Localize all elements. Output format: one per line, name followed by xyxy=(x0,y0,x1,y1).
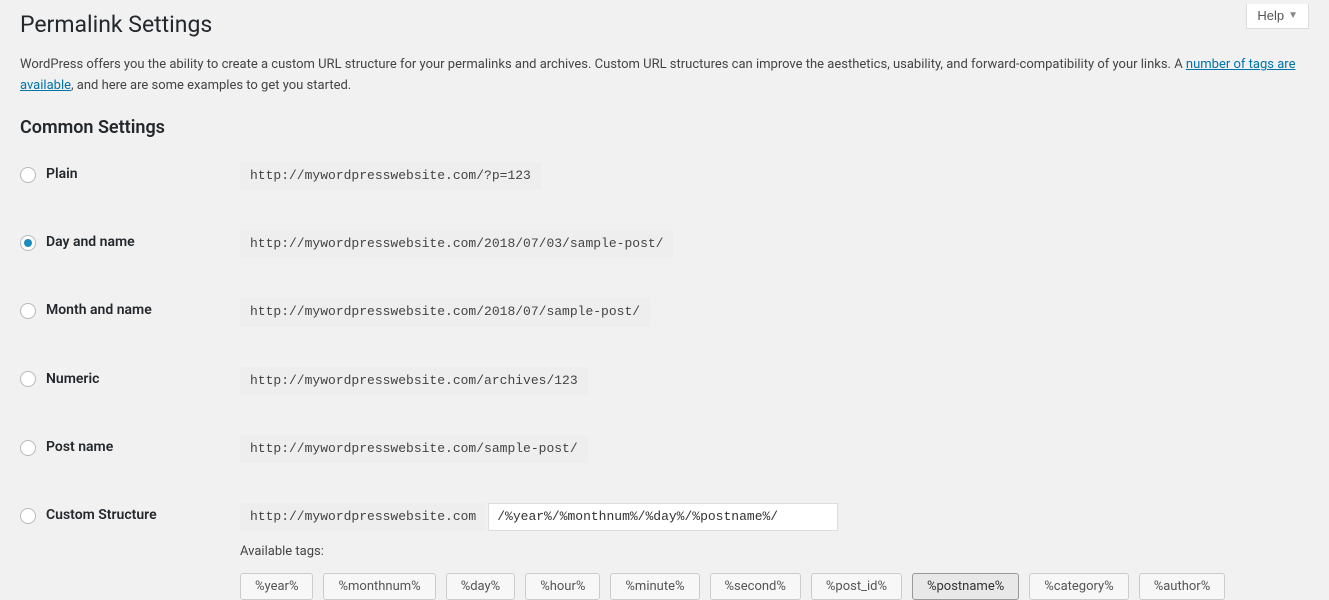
help-button[interactable]: Help ▼ xyxy=(1246,4,1309,29)
tag-minute[interactable]: %minute% xyxy=(610,573,699,600)
tag-day[interactable]: %day% xyxy=(446,573,516,600)
example-month-name: http://mywordpresswebsite.com/2018/07/sa… xyxy=(240,298,650,326)
chevron-down-icon: ▼ xyxy=(1288,10,1298,21)
page-title: Permalink Settings xyxy=(20,0,1309,45)
tag-year[interactable]: %year% xyxy=(240,573,313,600)
option-day-name: Day and name http://mywordpresswebsite.c… xyxy=(20,230,1309,258)
example-post-name: http://mywordpresswebsite.com/sample-pos… xyxy=(240,435,588,463)
radio-day-name[interactable] xyxy=(20,235,36,251)
intro-text: WordPress offers you the ability to crea… xyxy=(20,55,1309,97)
custom-structure-input[interactable] xyxy=(488,503,838,531)
radio-custom[interactable] xyxy=(20,508,36,524)
radio-numeric[interactable] xyxy=(20,371,36,387)
label-plain[interactable]: Plain xyxy=(46,165,78,185)
tag-hour[interactable]: %hour% xyxy=(525,573,600,600)
tag-author[interactable]: %author% xyxy=(1139,573,1226,600)
example-plain: http://mywordpresswebsite.com/?p=123 xyxy=(240,162,541,190)
tag-postname[interactable]: %postname% xyxy=(912,573,1019,600)
option-plain: Plain http://mywordpresswebsite.com/?p=1… xyxy=(20,162,1309,190)
radio-month-name[interactable] xyxy=(20,303,36,319)
intro-prefix: WordPress offers you the ability to crea… xyxy=(20,57,1186,72)
option-numeric: Numeric http://mywordpresswebsite.com/ar… xyxy=(20,367,1309,395)
option-month-name: Month and name http://mywordpresswebsite… xyxy=(20,298,1309,326)
tag-post-id[interactable]: %post_id% xyxy=(811,573,902,600)
radio-plain[interactable] xyxy=(20,167,36,183)
permalink-options: Plain http://mywordpresswebsite.com/?p=1… xyxy=(20,162,1309,600)
help-label: Help xyxy=(1257,8,1284,23)
tag-monthnum[interactable]: %monthnum% xyxy=(323,573,435,600)
example-day-name: http://mywordpresswebsite.com/2018/07/03… xyxy=(240,230,673,258)
label-custom[interactable]: Custom Structure xyxy=(46,506,157,526)
option-custom: Custom Structure http://mywordpresswebsi… xyxy=(20,503,1309,600)
label-month-name[interactable]: Month and name xyxy=(46,301,152,321)
available-tags-label: Available tags: xyxy=(240,543,1309,561)
common-settings-heading: Common Settings xyxy=(20,115,1309,140)
tag-category[interactable]: %category% xyxy=(1029,573,1128,600)
custom-prefix: http://mywordpresswebsite.com xyxy=(240,503,486,531)
radio-post-name[interactable] xyxy=(20,440,36,456)
label-numeric[interactable]: Numeric xyxy=(46,370,99,390)
label-post-name[interactable]: Post name xyxy=(46,438,113,458)
custom-structure-wrap: http://mywordpresswebsite.com xyxy=(240,503,1309,531)
tag-second[interactable]: %second% xyxy=(710,573,801,600)
label-day-name[interactable]: Day and name xyxy=(46,233,135,253)
tag-buttons: %year% %monthnum% %day% %hour% %minute% … xyxy=(240,573,1309,600)
example-numeric: http://mywordpresswebsite.com/archives/1… xyxy=(240,367,588,395)
option-post-name: Post name http://mywordpresswebsite.com/… xyxy=(20,435,1309,463)
intro-suffix: , and here are some examples to get you … xyxy=(71,78,351,93)
